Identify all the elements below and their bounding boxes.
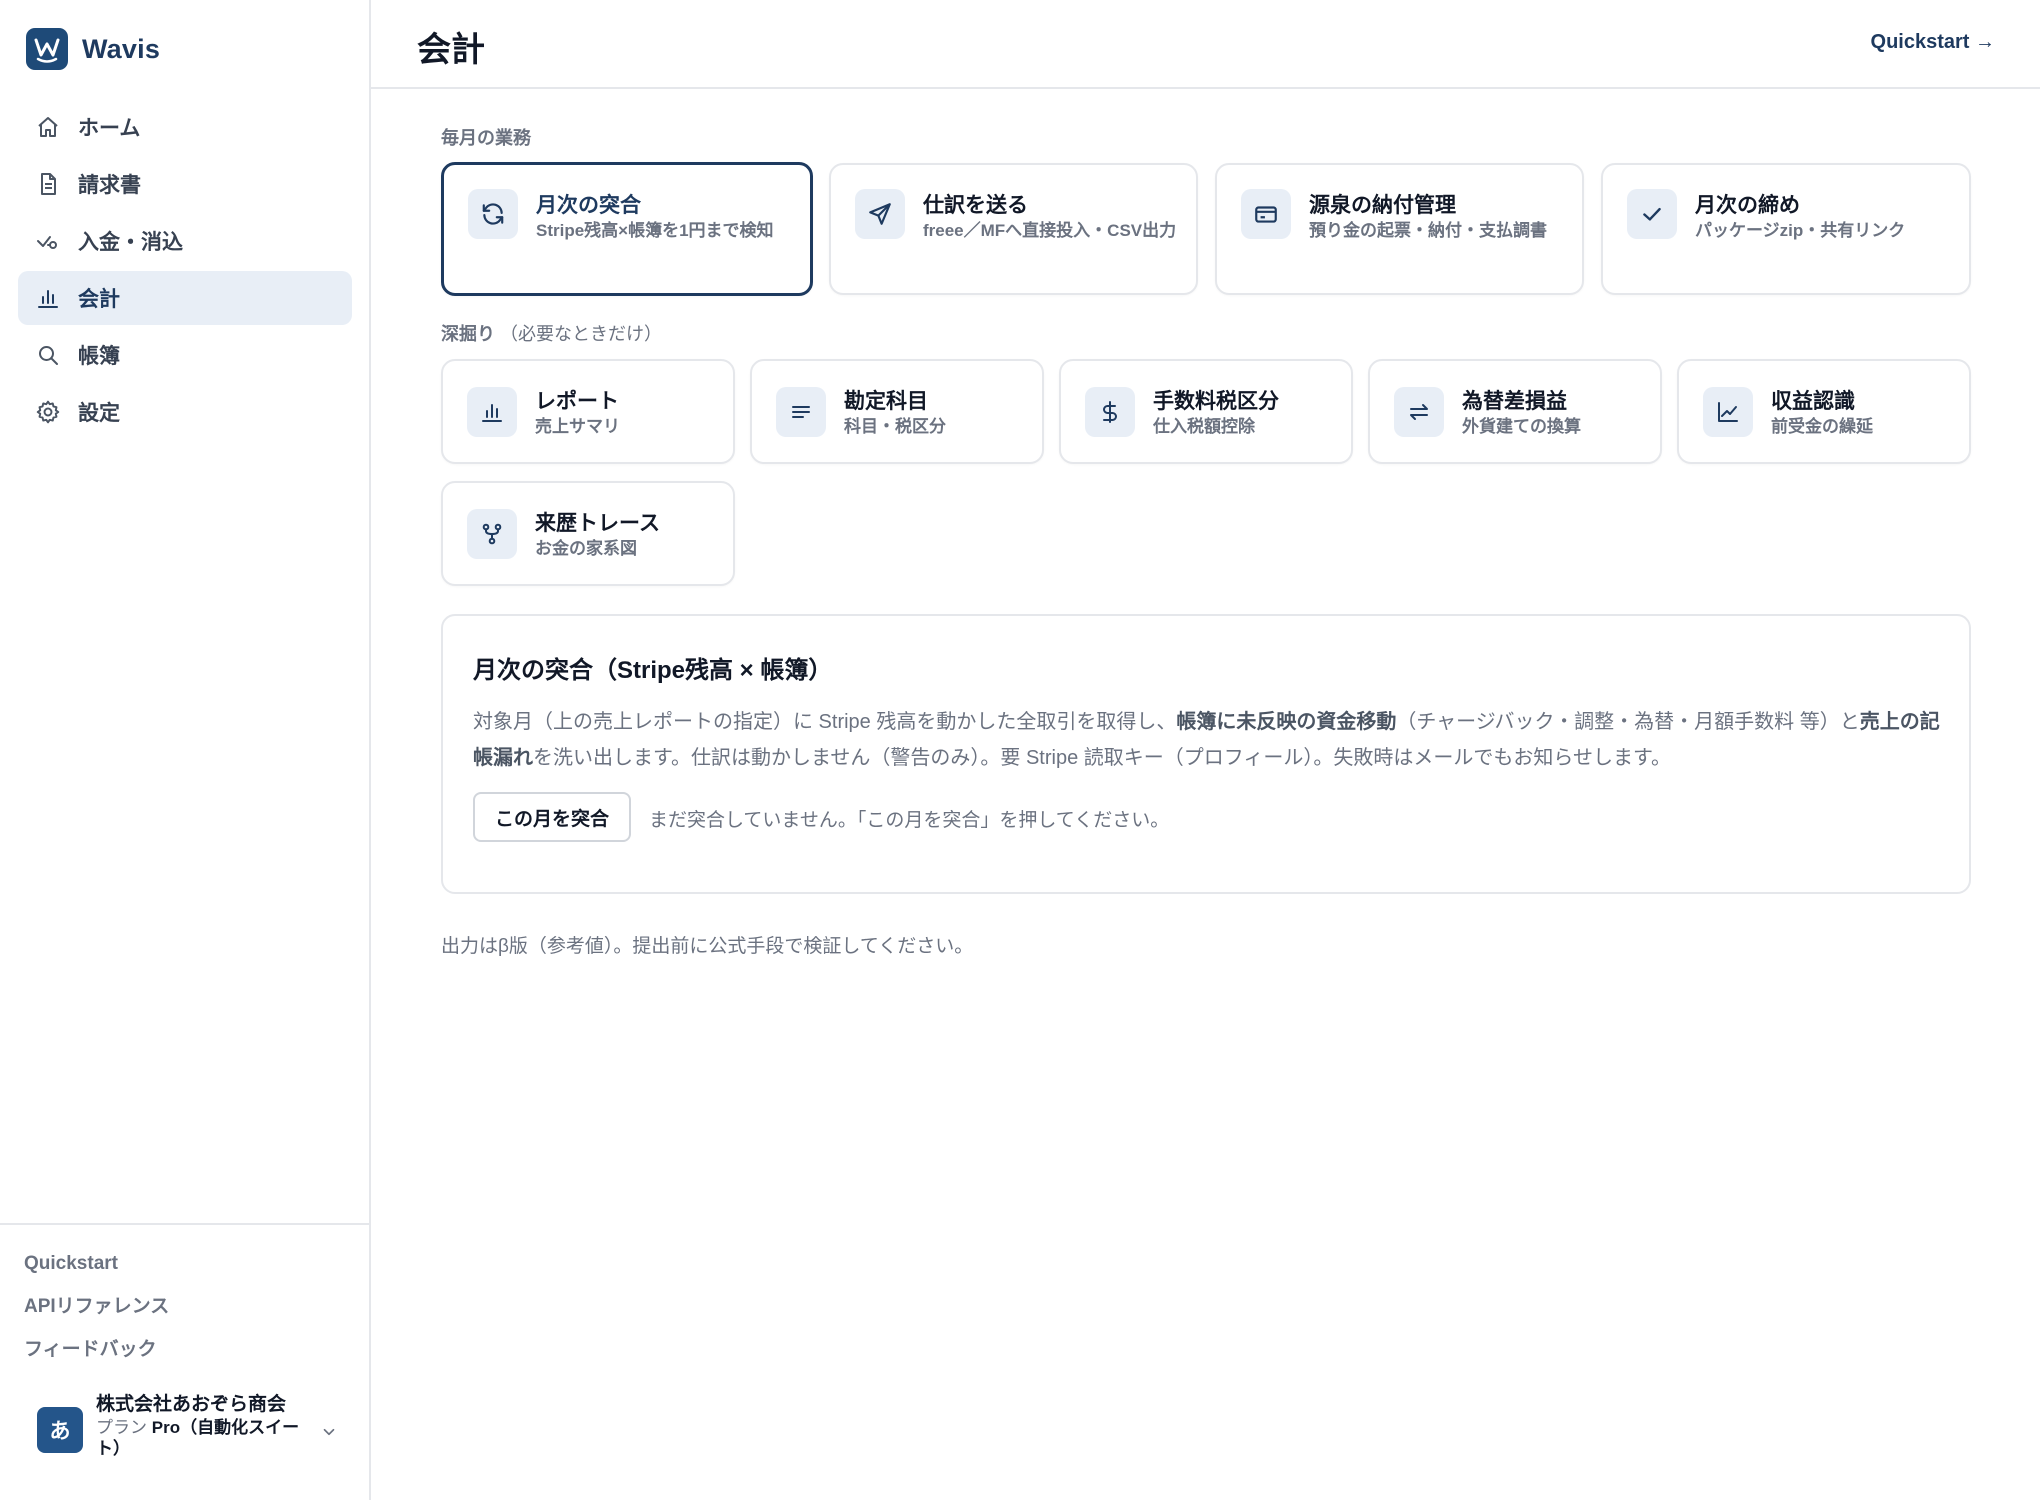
card-subtitle: パッケージzip・共有リンク <box>1695 221 1906 240</box>
card-subtitle: 科目・税区分 <box>844 417 946 436</box>
desc-text: 対象月（上の売上レポートの指定）に Stripe 残高を動かした全取引を取得し、 <box>473 711 1177 733</box>
card-title: 月次の突合 <box>536 194 641 217</box>
sidebar-item-label: 請求書 <box>78 174 141 197</box>
reconcile-month-button[interactable]: この月を突合 <box>473 792 632 842</box>
card-withholding[interactable]: 源泉の納付管理 預り金の起票・納付・支払調書 <box>1215 163 1584 295</box>
sidebar: Wavis ホーム 請求書 入金・消込 会計 帳簿 設定 Quickstart … <box>0 0 371 1500</box>
sidebar-item-label: 入金・消込 <box>78 231 183 254</box>
section-label-text: 深掘り <box>441 324 495 344</box>
check-icon <box>1627 189 1677 239</box>
avatar: あ <box>37 1407 83 1453</box>
bar-chart-icon <box>467 387 517 437</box>
panel-title: 月次の突合（Stripe残高 × 帳簿） <box>473 657 833 684</box>
gear-icon <box>34 398 62 426</box>
card-title: 来歴トレース <box>535 512 660 535</box>
card-monthly-reconcile[interactable]: 月次の突合 Stripe残高×帳簿を1円まで検知 <box>441 162 813 296</box>
card-title: 仕訳を送る <box>923 194 1028 217</box>
sidebar-item-ledger[interactable]: 帳簿 <box>18 328 352 382</box>
dollar-icon <box>1085 387 1135 437</box>
card-title: 勘定科目 <box>844 390 928 413</box>
footer-links: Quickstart APIリファレンス フィードバック <box>0 1225 369 1378</box>
card-revenue-recognition[interactable]: 収益認識 前受金の繰延 <box>1677 359 1971 464</box>
document-icon <box>34 170 62 198</box>
card-fee-tax[interactable]: 手数料税区分 仕入税額控除 <box>1059 359 1353 464</box>
footer-link-quickstart[interactable]: Quickstart <box>24 1249 369 1292</box>
card-subtitle: 売上サマリ <box>535 417 620 436</box>
sidebar-footer: Quickstart APIリファレンス フィードバック <box>0 1223 369 1378</box>
sidebar-item-settings[interactable]: 設定 <box>18 385 352 439</box>
bar-chart-icon <box>34 284 62 312</box>
sidebar-item-label: 会計 <box>78 288 120 311</box>
card-subtitle: 外貨建ての換算 <box>1462 417 1581 436</box>
card-send-journal[interactable]: 仕訳を送る freee／MFへ直接投入・CSV出力 <box>829 163 1198 295</box>
list-icon <box>776 387 826 437</box>
sidebar-item-home[interactable]: ホーム <box>18 100 352 154</box>
line-chart-icon <box>1703 387 1753 437</box>
card-title: レポート <box>535 390 619 413</box>
account-name: 株式会社あおぞら商会 <box>96 1394 287 1415</box>
card-subtitle: Stripe残高×帳簿を1円まで検知 <box>536 221 774 240</box>
card-title: 月次の締め <box>1695 194 1800 217</box>
card-title: 手数料税区分 <box>1153 390 1279 413</box>
card-monthly-close[interactable]: 月次の締め パッケージzip・共有リンク <box>1601 163 1971 295</box>
sidebar-nav: ホーム 請求書 入金・消込 会計 帳簿 設定 <box>18 100 352 442</box>
card-title: 収益認識 <box>1771 390 1855 413</box>
quickstart-link[interactable]: Quickstart → <box>1871 31 1995 54</box>
page-title: 会計 <box>417 31 485 69</box>
card-subtitle: お金の家系図 <box>535 539 637 558</box>
footer-link-api-reference[interactable]: APIリファレンス <box>24 1292 369 1335</box>
sidebar-item-label: 帳簿 <box>78 345 120 368</box>
reconcile-status: まだ突合していません。「この月を突合」を押してください。 <box>649 810 1170 831</box>
desc-text: （チャージバック・調整・為替・月額手数料 等）と <box>1396 711 1860 733</box>
app-root: Wavis ホーム 請求書 入金・消込 会計 帳簿 設定 Quickstart … <box>0 0 2040 1500</box>
chevron-down-icon <box>320 1423 338 1441</box>
home-icon <box>34 113 62 141</box>
card-subtitle: 前受金の繰延 <box>1771 417 1873 436</box>
refresh-icon <box>468 189 518 239</box>
account-switcher[interactable]: あ 株式会社あおぞら商会 プラン Pro（自動化スイート） <box>22 1393 348 1471</box>
wavis-logo-icon <box>26 28 68 70</box>
account-plan: プラン Pro（自動化スイート） <box>96 1417 306 1459</box>
brand[interactable]: Wavis <box>26 28 160 70</box>
desc-text: を洗い出します。仕訳は動かしません（警告のみ）。要 Stripe 読取キー（プロ… <box>533 747 1671 769</box>
card-title: 為替差損益 <box>1462 390 1567 413</box>
section-label-monthly: 毎月の業務 <box>441 128 531 148</box>
section-label-deep: 深掘り （必要なときだけ） <box>441 320 662 346</box>
sidebar-item-invoices[interactable]: 請求書 <box>18 157 352 211</box>
reconcile-panel: 月次の突合（Stripe残高 × 帳簿） 対象月（上の売上レポートの指定）に S… <box>441 614 1971 894</box>
search-icon <box>34 341 62 369</box>
exchange-icon <box>1394 387 1444 437</box>
brand-name: Wavis <box>82 33 161 64</box>
plan-prefix: プラン <box>96 1418 147 1437</box>
sidebar-item-label: ホーム <box>78 117 141 140</box>
check-link-icon <box>34 227 62 255</box>
footer-note: 出力はβ版（参考値）。提出前に公式手段で検証してください。 <box>441 936 974 957</box>
branch-icon <box>467 509 517 559</box>
desc-emphasis: 帳簿に未反映の資金移動 <box>1176 711 1397 733</box>
card-subtitle: freee／MFへ直接投入・CSV出力 <box>923 221 1177 240</box>
panel-description: 対象月（上の売上レポートの指定）に Stripe 残高を動かした全取引を取得し、… <box>473 704 1953 776</box>
card-title: 源泉の納付管理 <box>1309 194 1456 217</box>
send-icon <box>855 189 905 239</box>
card-icon <box>1241 189 1291 239</box>
sidebar-item-label: 設定 <box>78 402 120 425</box>
card-subtitle: 仕入税額控除 <box>1153 417 1255 436</box>
card-lineage-trace[interactable]: 来歴トレース お金の家系図 <box>441 481 735 586</box>
sidebar-item-payments[interactable]: 入金・消込 <box>18 214 352 268</box>
card-fx-gain-loss[interactable]: 為替差損益 外貨建ての換算 <box>1368 359 1662 464</box>
account-info: 株式会社あおぞら商会 プラン Pro（自動化スイート） <box>96 1393 306 1459</box>
card-report[interactable]: レポート 売上サマリ <box>441 359 735 464</box>
sidebar-item-accounting[interactable]: 会計 <box>18 271 352 325</box>
footer-link-feedback[interactable]: フィードバック <box>24 1335 369 1378</box>
section-label-note: （必要なときだけ） <box>500 324 663 344</box>
top-bar: 会計 Quickstart → <box>371 0 2040 89</box>
card-accounts[interactable]: 勘定科目 科目・税区分 <box>750 359 1044 464</box>
card-subtitle: 預り金の起票・納付・支払調書 <box>1309 221 1547 240</box>
